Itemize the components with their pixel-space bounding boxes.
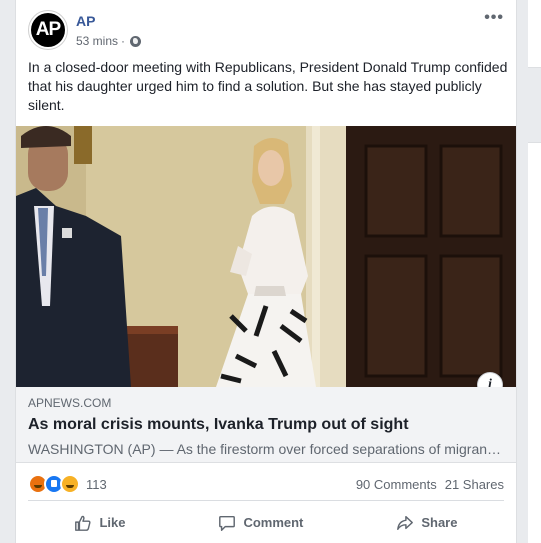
engagement-counts: 90 Comments 21 Shares: [356, 477, 504, 492]
link-title[interactable]: As moral crisis mounts, Ivanka Trump out…: [28, 414, 504, 436]
share-button[interactable]: Share: [396, 514, 457, 532]
share-arrow-icon: [397, 515, 414, 530]
post-timestamp[interactable]: 53 mins: [76, 34, 118, 48]
reaction-summary[interactable]: 113: [28, 474, 107, 494]
globe-icon[interactable]: [130, 35, 142, 47]
post-text: In a closed-door meeting with Republican…: [28, 59, 508, 113]
link-domain: APNEWS.COM: [28, 396, 112, 410]
like-label: Like: [99, 515, 126, 530]
link-preview-box[interactable]: APNEWS.COM As moral crisis mounts, Ivank…: [16, 387, 516, 463]
post-actions: Like Comment Share: [28, 500, 504, 542]
page-name-link[interactable]: AP: [76, 13, 95, 29]
like-button[interactable]: Like: [74, 514, 125, 532]
thumbs-up-icon: [75, 515, 92, 531]
post-header: AP AP 53 mins · •••: [28, 10, 504, 50]
news-photo: [16, 126, 516, 387]
link-description: WASHINGTON (AP) — As the firestorm over …: [28, 441, 504, 457]
right-column-card: [528, 142, 541, 543]
link-preview-image[interactable]: [16, 126, 516, 387]
comment-button[interactable]: Comment: [218, 514, 303, 532]
more-options-button[interactable]: •••: [484, 10, 504, 26]
news-feed-post: AP AP 53 mins · ••• In a closed-door mee…: [15, 0, 517, 543]
haha-reaction-icon: [60, 474, 80, 494]
share-label: Share: [421, 515, 458, 530]
page-avatar[interactable]: AP: [28, 10, 68, 50]
comment-label: Comment: [243, 515, 304, 530]
right-column-card: [528, 0, 541, 68]
comments-count-link[interactable]: 90 Comments: [356, 477, 437, 492]
reaction-count[interactable]: 113: [86, 477, 107, 492]
post-meta: 53 mins ·: [76, 34, 142, 48]
post-stats: 113 90 Comments 21 Shares: [28, 472, 504, 496]
shares-count-link[interactable]: 21 Shares: [445, 477, 504, 492]
meta-separator: ·: [121, 34, 126, 48]
ap-logo: AP: [31, 13, 65, 47]
comment-icon: [219, 515, 236, 531]
